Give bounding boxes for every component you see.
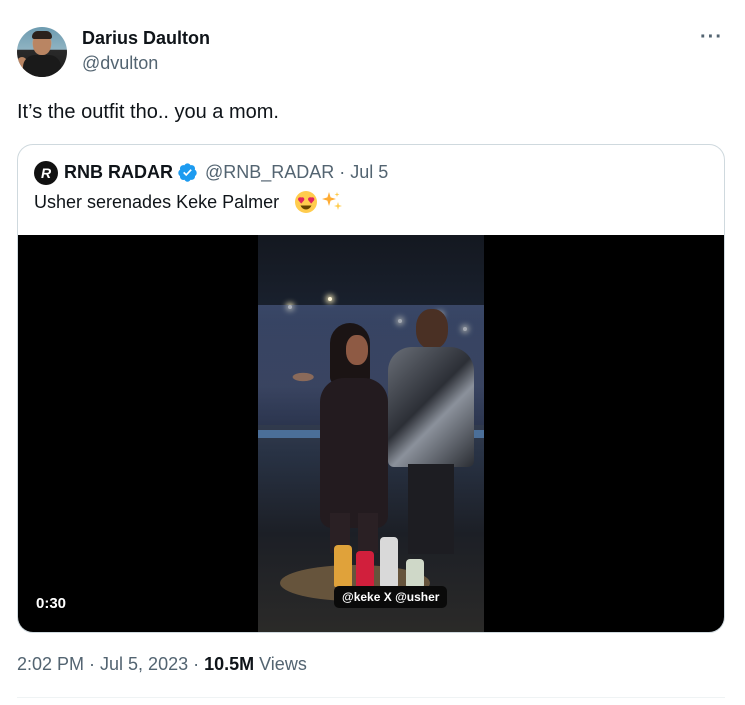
video-frame	[258, 235, 484, 632]
author-display-name[interactable]: Darius Daulton	[82, 28, 210, 49]
quoted-handle-date[interactable]: @RNB_RADAR · Jul 5	[205, 162, 388, 183]
video-caption-overlay: @keke X @usher	[334, 586, 448, 608]
man-figure	[386, 309, 476, 554]
avatar-hair	[32, 31, 52, 39]
avatar-body	[23, 55, 61, 77]
author-avatar[interactable]	[17, 27, 67, 77]
quoted-avatar-logo[interactable]: R	[34, 161, 58, 185]
tweet-metadata: 2:02 PM · Jul 5, 2023 · 10.5M Views	[17, 654, 307, 675]
heart-eyes-emoji-icon	[295, 191, 317, 213]
sparkles-emoji-icon	[322, 192, 342, 210]
quoted-tweet-card[interactable]: R RNB RADAR @RNB_RADAR · Jul 5 Usher ser…	[17, 144, 725, 633]
video-player[interactable]: 0:30 @keke X @usher	[18, 235, 724, 632]
views-label: Views	[254, 654, 307, 674]
quoted-text: Usher serenades Keke Palmer	[34, 192, 280, 212]
verified-badge-icon	[178, 163, 197, 182]
tweet-timestamp[interactable]: 2:02 PM · Jul 5, 2023 ·	[17, 654, 204, 674]
video-duration-badge: 0:30	[28, 592, 75, 615]
more-options-icon[interactable]: ···	[700, 26, 723, 49]
tweet-text: It’s the outfit tho.. you a mom.	[17, 101, 279, 123]
divider	[17, 697, 725, 698]
quoted-display-name[interactable]: RNB RADAR	[64, 162, 173, 183]
author-handle[interactable]: @dvulton	[82, 53, 158, 74]
views-count: 10.5M	[204, 654, 255, 674]
